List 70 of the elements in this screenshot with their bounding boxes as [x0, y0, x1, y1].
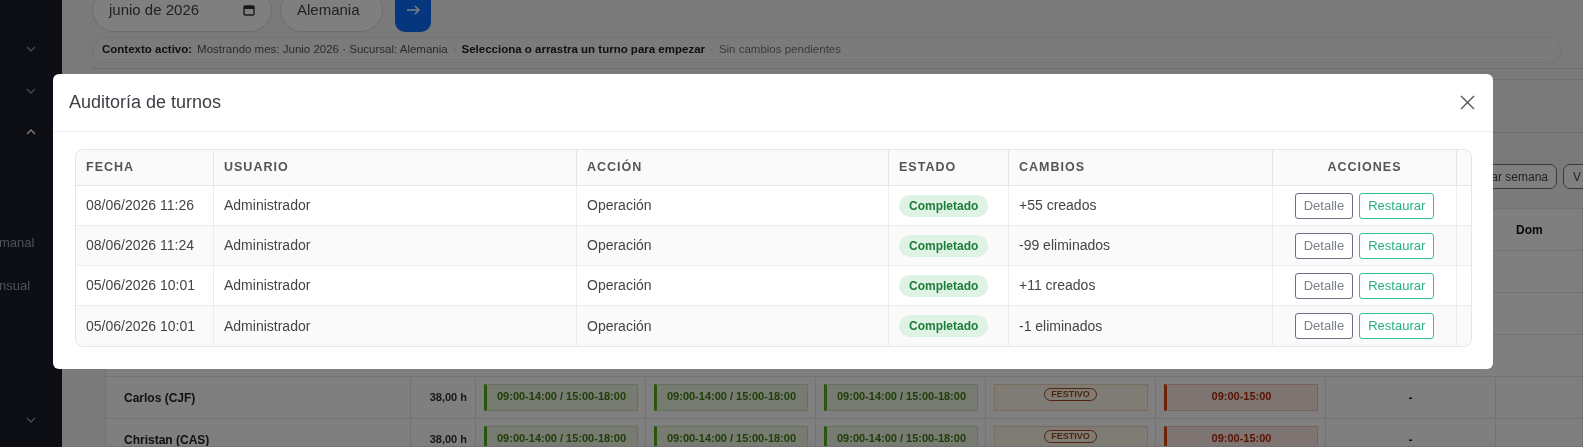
- context-label: Contexto activo:: [102, 42, 193, 58]
- column-header: CAMBIOS: [1019, 159, 1086, 177]
- chevron-up-icon[interactable]: [26, 129, 36, 135]
- table-cell-text: Administrador: [224, 276, 311, 295]
- column-header: ACCIÓN: [587, 158, 643, 177]
- table-cell-text: Operación: [587, 316, 652, 336]
- table-cell-text: +11 creados: [1019, 276, 1096, 295]
- table-cell-text: Operación: [587, 196, 652, 215]
- context-hint: Selecciona o arrastra un turno para empezar: [461, 42, 706, 58]
- status-badge: Completado: [899, 234, 989, 257]
- apply-button[interactable]: [395, 0, 431, 32]
- shift-block[interactable]: 09:00-14:00 / 15:00-18:00: [483, 426, 638, 446]
- shift-block[interactable]: 09:00-14:00 / 15:00-18:00: [653, 426, 808, 446]
- toolbar-button[interactable]: V: [1563, 164, 1583, 189]
- restore-button[interactable]: Restaurar: [1359, 313, 1435, 339]
- detail-button[interactable]: Detalle: [1294, 272, 1354, 299]
- separator-dot: ·: [452, 42, 457, 58]
- empty-marker: -: [1408, 389, 1413, 407]
- calendar-icon: [243, 4, 255, 16]
- date-value: junio de 2026: [109, 0, 200, 20]
- sidebar-item[interactable]: manal: [0, 235, 35, 251]
- chevron-down-icon[interactable]: [26, 417, 36, 423]
- close-icon: [1459, 95, 1475, 110]
- chevron-down-icon[interactable]: [26, 88, 36, 94]
- chevron-down-icon[interactable]: [26, 46, 36, 52]
- restore-button[interactable]: Restaurar: [1359, 272, 1435, 299]
- table-cell-text: Administrador: [224, 196, 311, 215]
- shift-block[interactable]: 09:00-14:00 / 15:00-18:00: [483, 384, 638, 411]
- table-cell-text: Administrador: [224, 316, 311, 336]
- hours-total: 38,00 h: [429, 432, 467, 446]
- column-header: Dom: [1516, 221, 1543, 239]
- shift-block[interactable]: 09:00-14:00 / 15:00-18:00: [823, 384, 978, 411]
- restore-button[interactable]: Restaurar: [1359, 192, 1435, 219]
- status-badge: Completado: [899, 274, 989, 297]
- table-cell-text: 08/06/2026 11:26: [86, 196, 194, 215]
- hours-total: 38,00 h: [429, 390, 467, 406]
- column-header: ACCIONES: [1327, 159, 1402, 177]
- detail-button[interactable]: Detalle: [1294, 192, 1354, 219]
- table-cell-text: Administrador: [224, 236, 311, 255]
- table-cell-text: 08/06/2026 11:24: [86, 236, 194, 255]
- column-header: FECHA: [86, 159, 135, 177]
- shift-block[interactable]: 09:00-14:00 / 15:00-18:00: [823, 426, 978, 446]
- column-header: ESTADO: [899, 159, 957, 177]
- branch-select[interactable]: Alemania: [280, 0, 383, 32]
- empty-marker: -: [1408, 431, 1413, 446]
- sidebar-item[interactable]: nsual: [0, 278, 31, 294]
- table-cell-text: +55 creados: [1019, 196, 1097, 215]
- employee-name: Christan (CAS): [124, 431, 210, 446]
- employee-name: Carlos (CJF): [124, 389, 196, 407]
- shift-block[interactable]: 09:00-15:00: [1163, 426, 1318, 446]
- table-cell-text: 05/06/2026 10:01: [86, 316, 195, 336]
- table-cell-text: 05/06/2026 10:01: [86, 276, 195, 295]
- table-cell-text: Operación: [587, 236, 652, 255]
- status-badge: Completado: [899, 315, 989, 337]
- detail-button[interactable]: Detalle: [1294, 232, 1354, 259]
- table-cell-text: -99 eliminados: [1019, 236, 1111, 255]
- shift-block[interactable]: 09:00-15:00: [1163, 384, 1318, 411]
- table-cell-text: -1 eliminados: [1019, 316, 1103, 336]
- arrow-right-icon: [406, 5, 420, 15]
- detail-button[interactable]: Detalle: [1294, 313, 1354, 339]
- separator-dot: ·: [710, 42, 714, 58]
- column-header: USUARIO: [224, 159, 289, 177]
- date-field[interactable]: junio de 2026: [92, 0, 272, 32]
- status-badge: Completado: [899, 194, 989, 217]
- table-cell-text: Operación: [587, 276, 652, 295]
- context-text: Mostrando mes: Junio 2026 · Sucursal: Alemania: [197, 42, 448, 58]
- restore-button[interactable]: Restaurar: [1359, 232, 1435, 259]
- context-status: Sin cambios pendientes: [718, 42, 841, 58]
- shift-block[interactable]: 09:00-14:00 / 15:00-18:00: [653, 384, 808, 411]
- dialog-title: Auditoría de turnos: [69, 91, 222, 114]
